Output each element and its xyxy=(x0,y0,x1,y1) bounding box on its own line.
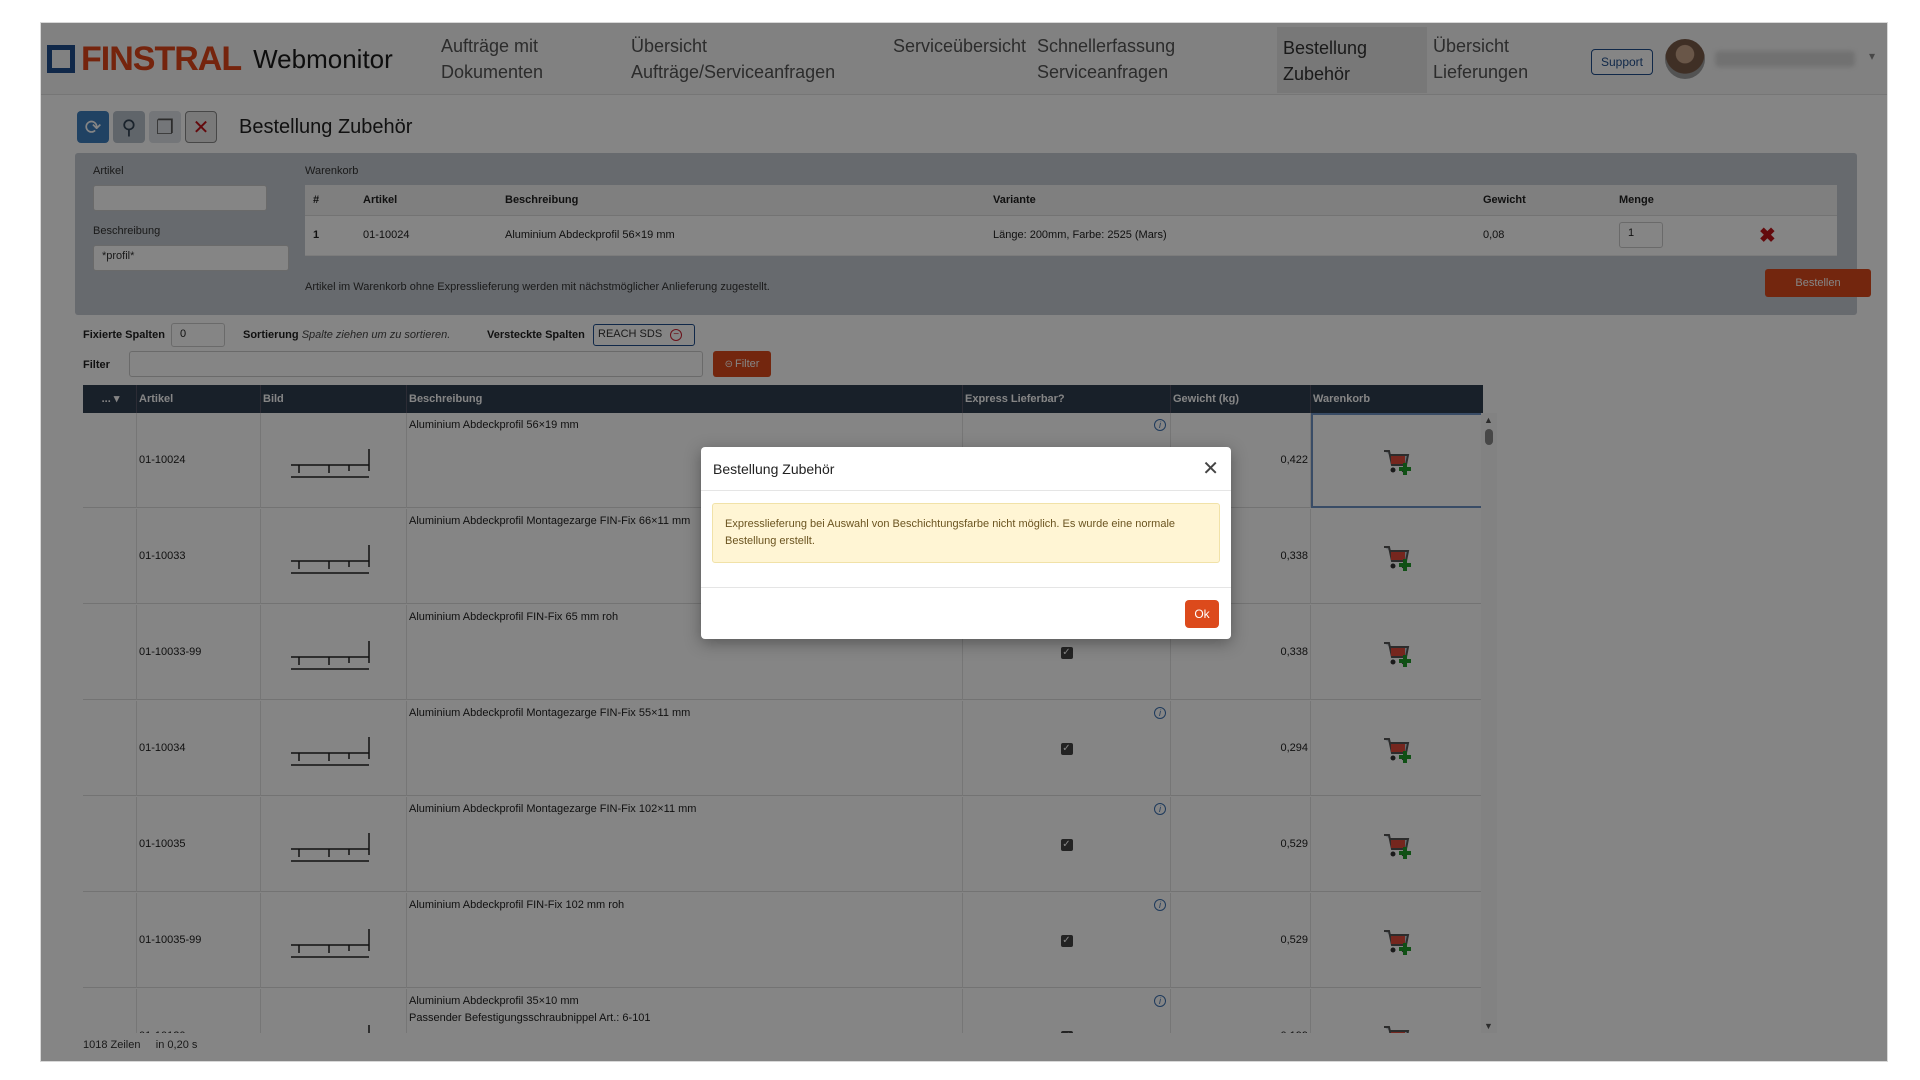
app-window: FINSTRAL Webmonitor Aufträge mit Dokumen… xyxy=(40,22,1888,1062)
dialog-warning-message: Expresslieferung bei Auswahl von Beschic… xyxy=(712,503,1220,563)
ok-button[interactable]: Ok xyxy=(1185,600,1219,628)
dialog-footer: Ok xyxy=(701,587,1231,639)
close-icon[interactable]: ✕ xyxy=(1202,459,1219,479)
info-dialog: Bestellung Zubehör ✕ Expresslieferung be… xyxy=(701,447,1231,639)
dialog-title: Bestellung Zubehör xyxy=(713,460,835,477)
dialog-header: Bestellung Zubehör ✕ xyxy=(701,447,1231,491)
